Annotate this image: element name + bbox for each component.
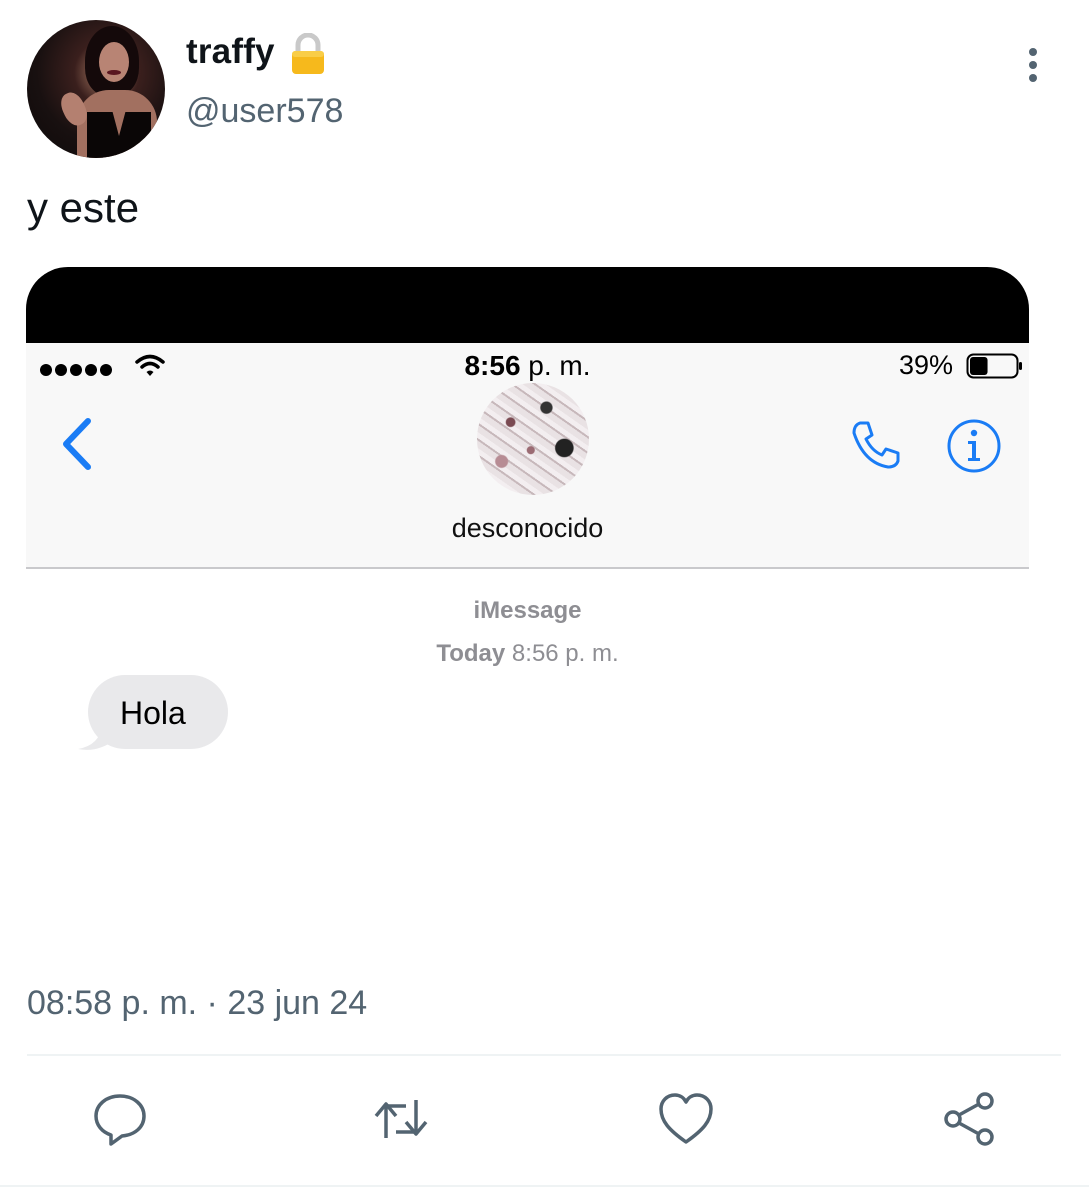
timestamp-day: Today [436, 640, 506, 667]
lock-icon [292, 33, 324, 74]
message-text: Hola [120, 695, 186, 731]
like-icon[interactable] [657, 1090, 715, 1148]
share-icon[interactable] [941, 1090, 999, 1148]
timestamp-time: 8:56 p. m. [511, 640, 619, 667]
back-chevron-icon[interactable] [58, 415, 98, 473]
author-avatar[interactable] [27, 20, 165, 158]
status-time-value: 8:56 [464, 350, 521, 381]
avatar-lips [107, 70, 121, 75]
bottom-divider [0, 1185, 1089, 1187]
message-bubble[interactable]: Hola [76, 675, 236, 755]
contact-name[interactable]: desconocido [26, 513, 1029, 544]
imessage-header: 8:56 p. m. 39% desconocido [26, 343, 1029, 569]
service-label: iMessage [473, 597, 582, 624]
info-icon[interactable] [946, 418, 1002, 474]
status-time-suffix: p. m. [528, 350, 591, 381]
status-bar-time: 8:56 p. m. [26, 350, 1029, 382]
battery-percent: 39% [899, 350, 954, 380]
attached-screenshot[interactable]: 8:56 p. m. 39% desconocido iMessage Toda… [26, 267, 1029, 957]
avatar-face [99, 42, 129, 82]
user-handle[interactable]: @user578 [186, 92, 343, 131]
display-name[interactable]: traffy [186, 32, 275, 72]
battery-icon [966, 353, 1022, 379]
tweet-date[interactable]: 08:58 p. m. · 23 jun 24 [27, 984, 367, 1023]
retweet-icon[interactable] [372, 1090, 430, 1148]
divider [27, 1054, 1061, 1056]
contact-avatar[interactable] [477, 383, 589, 495]
screenshot-top-bar [26, 267, 1029, 343]
reply-icon[interactable] [91, 1090, 149, 1148]
more-options-icon[interactable] [1018, 48, 1048, 86]
phone-icon[interactable] [848, 417, 904, 473]
tweet-text: y este [27, 184, 140, 231]
conversation-timestamp: Today 8:56 p. m. [26, 640, 1029, 668]
